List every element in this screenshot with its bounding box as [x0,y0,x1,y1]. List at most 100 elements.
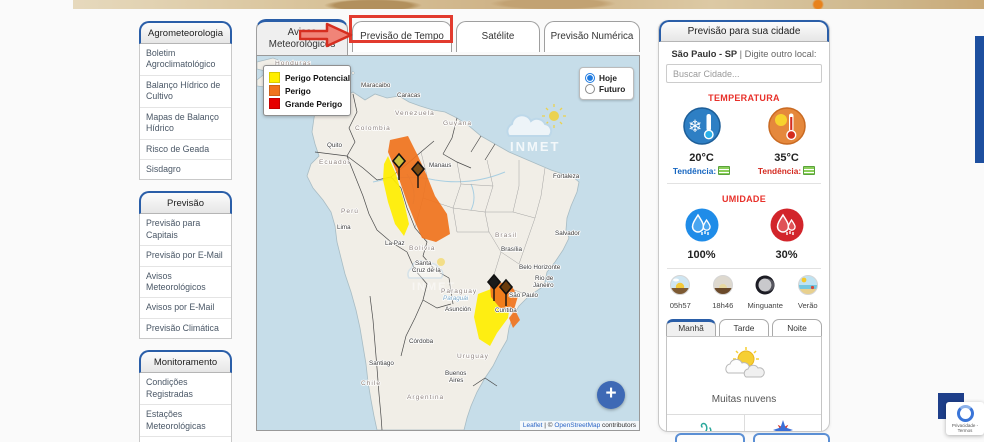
humidity-max: 100% [687,249,716,261]
map-label: Quito [327,142,343,149]
sidebar-link[interactable]: Condições Registradas [140,373,231,406]
map-label: La Paz [385,240,405,247]
min-trend: Tendência: [659,166,744,176]
map-label: Salvador [555,230,580,237]
tab-satelite[interactable]: Satélite [456,21,540,52]
map-label: Caracas [397,92,420,99]
humidity-min: 30% [775,249,798,261]
annotation-arrow-icon [299,22,353,48]
map-label: Uruguay [457,353,489,360]
sidebar-section-title: Previsão [139,191,232,215]
map-label: Rio de [535,275,554,282]
legend-row: Perigo [269,85,345,96]
map-label: Curitiba [495,307,517,314]
sidebar-section-previsao: Previsão Previsão para Capitais Previsão … [139,191,232,340]
sidebar-link[interactable]: Sisdagro [140,160,231,179]
map-label: Venezuela [395,110,435,117]
sidebar-link[interactable]: Precipitação Acumulada [140,437,231,442]
sidebar-section-title: Agrometeorologia [139,21,232,44]
wind-strength-cell: Fracos [667,415,744,431]
min-temperature: 20°C [689,152,714,164]
legend-swatch-orange [269,85,280,96]
season-item: Verão [787,275,830,310]
recaptcha-icon [956,405,974,422]
cold-temperature-icon: ❄ [682,107,721,145]
map-label: Maracaibo [361,82,391,89]
annotation-highlight-box [349,15,453,43]
sunrise-icon [670,275,691,295]
period-forecast-box: Muitas nuvens Fracos NW-N [666,336,822,431]
radio-selected-icon [585,73,595,83]
period-tab-noite[interactable]: Noite [772,319,822,336]
trend-stable-icon [718,166,731,175]
map-label: São Paulo [509,292,539,299]
sunset-item: 18h46 [702,275,745,310]
sidebar-link[interactable]: Avisos Meteorológicos [140,267,231,299]
map-mode-box: Hoje Futuro [579,67,634,100]
map-label: Chile [361,380,381,387]
radio-unselected-icon [585,84,595,94]
legend-swatch-yellow [269,72,280,83]
map-label: Lima [337,224,351,231]
max-temperature: 35°C [774,152,799,164]
leaflet-link[interactable]: Leaflet [523,422,543,429]
map-label: Brasil [495,232,518,239]
sidebar-link[interactable]: Previsão Climática [140,319,231,338]
sidebar-link[interactable]: Avisos por E-Mail [140,298,231,319]
period-tab-tarde[interactable]: Tarde [719,319,769,336]
sunset-icon [712,275,733,295]
humidity-heading: UMIDADE [721,194,767,204]
page: { "accent": { "brand_blue": "#2a5ea8", "… [0,0,984,442]
osm-link[interactable]: OpenStreetMap [554,422,600,429]
map-label: Córdoba [409,338,434,345]
radio-hoje[interactable]: Hoje [585,73,628,83]
sidebar-section-monitoramento: Monitoramento Condições Registradas Estaç… [139,350,232,442]
city-forecast-panel: Previsão para sua cidade São Paulo - SP … [658,20,830,432]
sidebar-link[interactable]: Balanço Hídrico de Cultivo [140,76,231,108]
sidebar-link[interactable]: Boletim Agroclimatológico [140,44,231,76]
map-label: Perú [341,208,359,215]
header-photo-banner [73,0,984,9]
map-label: Belo Horizonte [519,264,561,271]
radio-futuro[interactable]: Futuro [585,84,628,94]
map-label: Aires [449,377,463,384]
humidity-low-icon [770,208,803,242]
condition-text: Muitas nuvens [711,394,777,405]
map-label: Colombia [355,125,391,132]
map-label: Cruz de la [412,267,441,274]
sidebar-link[interactable]: Mapas de Balanço Hídrico [140,108,231,140]
next-panel-stub [675,433,745,442]
svg-text:❄: ❄ [688,117,702,136]
season-icon [797,275,818,295]
map-zoom-in-button[interactable]: + [597,381,625,409]
legend-row: Grande Perigo [269,98,345,109]
sidebar-link[interactable]: Estações Meteorológicas [140,405,231,438]
recaptcha-text: Privacidade - Termos [951,423,979,433]
sidebar-section-agrometeorologia: Agrometeorologia Boletim Agroclimatológi… [139,21,232,181]
sunrise-item: 05h57 [659,275,702,310]
sidebar-link[interactable]: Previsão por E-Mail [140,246,231,267]
tab-previsao-numerica[interactable]: Previsão Numérica [544,21,640,52]
sidebar-link[interactable]: Previsão para Capitais [140,214,231,247]
svg-text:INMET: INMET [510,139,560,154]
sidebar-section-title: Monitoramento [139,350,232,374]
city-panel-title: Previsão para sua cidade [659,20,829,42]
side-widget-strip[interactable] [975,36,984,163]
map-label: Buenos [445,370,466,377]
recaptcha-badge[interactable]: Privacidade - Termos [946,402,984,435]
map-label: Santa [415,260,432,267]
sidebar-link[interactable]: Risco de Geada [140,140,231,160]
trend-stable-icon [803,166,816,175]
max-trend: Tendência: [744,166,829,176]
hot-temperature-icon [767,107,806,145]
map-label: Paraguay [441,288,477,295]
city-name-line: São Paulo - SP | Digite outro local: [671,49,817,59]
warning-map[interactable]: INMET INMET HondurasMaracaiboCaracasMede… [256,55,640,431]
city-search-input[interactable] [666,64,822,83]
map-label: Brasília [501,246,522,253]
map-label: Ecuador [319,159,351,166]
map-label: Asunción [445,306,471,313]
map-label: Santiago [369,360,394,367]
period-tab-manha[interactable]: Manhã [666,319,716,336]
cloudy-sun-icon [725,347,765,378]
